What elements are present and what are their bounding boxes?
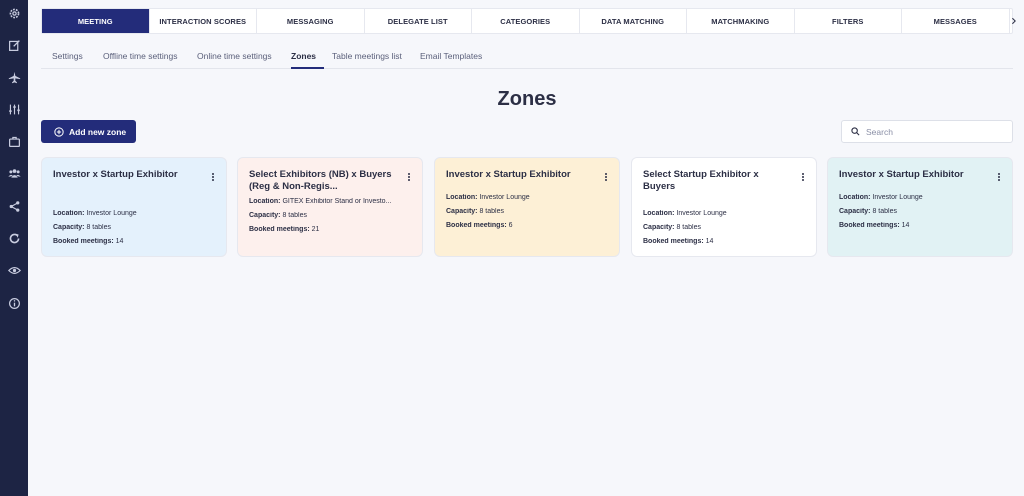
zone-capacity: Capacity: 8 tables xyxy=(249,212,307,219)
tab-delegate-list[interactable]: DELEGATE LIST xyxy=(365,9,472,33)
zone-booked-meetings: Booked meetings: 14 xyxy=(53,238,124,245)
zone-location: Location: Investor Lounge xyxy=(839,194,923,201)
tab-data-matching[interactable]: DATA MATCHING xyxy=(580,9,687,33)
more-options-icon[interactable] xyxy=(995,171,1003,183)
briefcase-icon[interactable] xyxy=(4,131,24,151)
sub-tab-bar: Settings Offline time settings Online ti… xyxy=(41,44,1013,69)
tabs-next-button[interactable] xyxy=(1010,9,1018,33)
info-icon[interactable] xyxy=(4,293,24,313)
zone-card-title: Investor x Startup Exhibitor xyxy=(53,169,178,180)
settings-icon[interactable] xyxy=(4,3,24,23)
zone-location: Location: Investor Lounge xyxy=(643,210,727,217)
zone-location: Location: Investor Lounge xyxy=(53,210,137,217)
edit-icon[interactable] xyxy=(4,35,24,55)
eye-icon[interactable] xyxy=(4,260,24,280)
subtab-table-meetings-list[interactable]: Table meetings list xyxy=(332,51,402,61)
top-tab-bar: MEETING INTERACTION SCORES MESSAGING DEL… xyxy=(41,8,1016,34)
subtab-offline-time-settings[interactable]: Offline time settings xyxy=(103,51,178,61)
tab-categories[interactable]: CATEGORIES xyxy=(472,9,580,33)
zone-capacity: Capacity: 8 tables xyxy=(53,224,111,231)
zone-card[interactable]: Select Exhibitors (NB) x Buyers (Reg & N… xyxy=(237,157,423,257)
search-icon xyxy=(851,127,860,136)
zone-booked-meetings: Booked meetings: 14 xyxy=(643,238,714,245)
more-options-icon[interactable] xyxy=(602,171,610,183)
subtab-online-time-settings[interactable]: Online time settings xyxy=(197,51,272,61)
search-box xyxy=(841,120,1013,143)
plane-icon[interactable] xyxy=(4,67,24,87)
zone-capacity: Capacity: 8 tables xyxy=(839,208,897,215)
users-icon[interactable] xyxy=(4,163,24,183)
tab-messaging[interactable]: MESSAGING xyxy=(257,9,365,33)
chevron-right-icon xyxy=(1011,17,1016,25)
subtab-zones[interactable]: Zones xyxy=(291,51,316,61)
zone-card[interactable]: Investor x Startup Exhibitor Location: I… xyxy=(827,157,1013,257)
add-new-zone-label: Add new zone xyxy=(69,126,127,137)
zone-capacity: Capacity: 8 tables xyxy=(643,224,701,231)
zone-booked-meetings: Booked meetings: 6 xyxy=(446,222,513,229)
refresh-icon[interactable] xyxy=(4,228,24,248)
more-options-icon[interactable] xyxy=(799,171,807,183)
tab-meeting[interactable]: MEETING xyxy=(42,9,150,33)
zone-location: Location: Investor Lounge xyxy=(446,194,530,201)
zone-card[interactable]: Investor x Startup Exhibitor Location: I… xyxy=(434,157,620,257)
more-options-icon[interactable] xyxy=(209,171,217,183)
tab-filters[interactable]: FILTERS xyxy=(795,9,902,33)
zone-booked-meetings: Booked meetings: 21 xyxy=(249,226,320,233)
zone-location: Location: GITEX Exhibitor Stand or Inves… xyxy=(249,198,392,205)
zone-booked-meetings: Booked meetings: 14 xyxy=(839,222,910,229)
zone-card[interactable]: Investor x Startup Exhibitor Location: I… xyxy=(41,157,227,257)
zone-card-title: Investor x Startup Exhibitor xyxy=(446,169,571,180)
share-icon[interactable] xyxy=(4,196,24,216)
zone-card-title: Select Exhibitors (NB) x Buyers (Reg & N… xyxy=(249,169,392,192)
tab-messages[interactable]: MESSAGES xyxy=(902,9,1010,33)
sidebar xyxy=(0,0,28,496)
zone-card-title: Select Startup Exhibitor x Buyers xyxy=(643,169,759,192)
add-new-zone-button[interactable]: Add new zone xyxy=(41,120,136,143)
zone-card-title: Investor x Startup Exhibitor xyxy=(839,169,964,180)
tab-interaction-scores[interactable]: INTERACTION SCORES xyxy=(150,9,257,33)
plus-circle-icon xyxy=(54,126,64,137)
subtab-email-templates[interactable]: Email Templates xyxy=(420,51,482,61)
tab-matchmaking[interactable]: MATCHMAKING xyxy=(687,9,795,33)
zone-card[interactable]: Select Startup Exhibitor x Buyers Locati… xyxy=(631,157,817,257)
page-title: Zones xyxy=(497,88,557,110)
zone-capacity: Capacity: 8 tables xyxy=(446,208,504,215)
subtab-settings[interactable]: Settings xyxy=(52,51,83,61)
active-subtab-indicator xyxy=(291,67,324,69)
search-input[interactable] xyxy=(866,126,1006,137)
more-options-icon[interactable] xyxy=(405,171,413,183)
